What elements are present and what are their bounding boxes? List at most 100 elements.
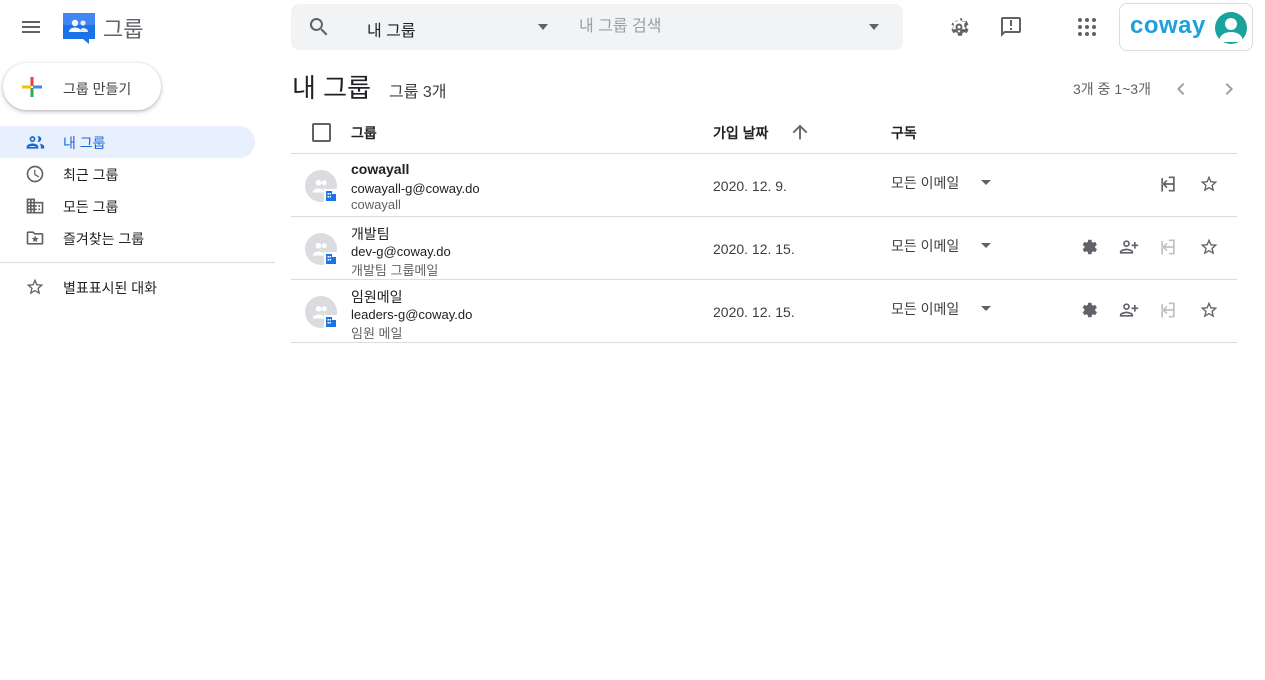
- sort-ascending-icon[interactable]: [789, 121, 811, 143]
- star-icon: [1200, 175, 1218, 192]
- pagination-range: 3개 중 1~3개: [1073, 81, 1151, 97]
- sidebar-item-recent-groups[interactable]: 최근 그룹: [0, 158, 255, 190]
- feedback-icon: [1001, 17, 1021, 37]
- join-date: 2020. 12. 15.: [713, 241, 795, 257]
- building-badge-icon: [326, 317, 336, 327]
- search-button[interactable]: [299, 7, 339, 47]
- search-options-dropdown-icon[interactable]: [868, 24, 880, 30]
- group-settings-button[interactable]: [1071, 229, 1107, 265]
- search-bar: 내 그룹: [291, 4, 903, 50]
- scope-dropdown-icon[interactable]: [537, 24, 549, 30]
- gear-icon: [1082, 239, 1097, 255]
- groups-logo[interactable]: [62, 11, 96, 45]
- leave-icon: [1161, 302, 1175, 318]
- row-divider: [291, 342, 1237, 343]
- chevron-left-icon: [1177, 83, 1185, 95]
- brand-logo-text: coway: [1130, 12, 1206, 39]
- group-avatar: [305, 233, 338, 266]
- main-menu-button[interactable]: [11, 7, 51, 47]
- next-page-button[interactable]: [1209, 69, 1249, 109]
- create-group-button[interactable]: 그룹 만들기: [3, 63, 161, 110]
- group-name[interactable]: 임원메일: [351, 287, 403, 307]
- gear-icon: [951, 18, 969, 36]
- star-folder-icon: [26, 231, 44, 245]
- sidebar-item-all-groups[interactable]: 모든 그룹: [0, 190, 255, 222]
- add-member-button[interactable]: [1111, 229, 1147, 265]
- group-settings-button[interactable]: [1071, 292, 1107, 328]
- subscription-select[interactable]: 모든 이메일: [891, 236, 959, 256]
- table-row[interactable]: 개발팀 dev-g@coway.do 개발팀 그룹메일 2020. 12. 15…: [291, 217, 1237, 280]
- apps-launcher-button[interactable]: [1067, 7, 1107, 47]
- group-name[interactable]: cowayall: [351, 161, 409, 177]
- sidebar-item-starred-conversations[interactable]: 별표표시된 대화: [0, 271, 255, 303]
- org-badge: [324, 189, 338, 203]
- settings-button[interactable]: [939, 7, 979, 47]
- favorite-group-button[interactable]: [1191, 292, 1227, 328]
- previous-page-button[interactable]: [1161, 69, 1201, 109]
- sidebar-item-my-groups[interactable]: 내 그룹: [0, 126, 255, 158]
- feedback-button[interactable]: [991, 7, 1031, 47]
- search-input[interactable]: [579, 16, 849, 38]
- page-title: 내 그룹: [292, 73, 371, 103]
- join-date: 2020. 12. 9.: [713, 178, 787, 194]
- subscription-dropdown-icon[interactable]: [981, 243, 991, 248]
- column-header-join-date[interactable]: 가입 날짜: [713, 123, 768, 143]
- search-scope-select[interactable]: 내 그룹: [367, 17, 416, 41]
- group-name[interactable]: 개발팀: [351, 224, 390, 244]
- subscription-dropdown-icon[interactable]: [981, 180, 991, 185]
- sidebar-item-label: 즐겨찾는 그룹: [63, 231, 145, 247]
- person-add-icon: [1119, 240, 1139, 254]
- group-description: cowayall: [351, 197, 401, 212]
- group-description: 임원 메일: [351, 326, 403, 341]
- group-count: 그룹 3개: [389, 84, 447, 101]
- leave-group-button[interactable]: [1150, 229, 1186, 265]
- join-date: 2020. 12. 15.: [713, 304, 795, 320]
- leave-group-button[interactable]: [1150, 166, 1186, 202]
- leave-icon: [1161, 176, 1175, 192]
- sidebar-item-label: 내 그룹: [63, 135, 106, 151]
- avatar[interactable]: [1215, 12, 1247, 44]
- search-icon: [309, 18, 328, 36]
- leave-group-button[interactable]: [1150, 292, 1186, 328]
- group-description: 개발팀 그룹메일: [351, 263, 439, 278]
- sidebar-item-label: 별표표시된 대화: [63, 280, 158, 296]
- group-avatar: [305, 170, 338, 203]
- sidebar-item-label: 최근 그룹: [63, 167, 119, 183]
- star-icon: [1200, 301, 1218, 318]
- favorite-group-button[interactable]: [1191, 229, 1227, 265]
- favorite-group-button[interactable]: [1191, 166, 1227, 202]
- sidebar-item-favorite-groups[interactable]: 즐겨찾는 그룹: [0, 222, 255, 254]
- hamburger-icon: [22, 21, 40, 33]
- group-email: cowayall-g@coway.do: [351, 181, 480, 196]
- column-header-subscription[interactable]: 구독: [891, 123, 917, 143]
- app-title: 그룹: [103, 17, 144, 42]
- group-avatar: [305, 296, 338, 329]
- apps-grid-icon: [1078, 18, 1096, 36]
- leave-icon: [1161, 239, 1175, 255]
- building-badge-icon: [326, 191, 336, 201]
- add-member-button[interactable]: [1111, 292, 1147, 328]
- sidebar-divider: [0, 262, 275, 263]
- chevron-right-icon: [1225, 83, 1233, 95]
- subscription-dropdown-icon[interactable]: [981, 306, 991, 311]
- plus-icon: [22, 77, 42, 97]
- person-add-icon: [1119, 303, 1139, 317]
- org-badge: [324, 315, 338, 329]
- org-badge: [324, 252, 338, 266]
- group-email: leaders-g@coway.do: [351, 307, 473, 322]
- table-row[interactable]: 임원메일 leaders-g@coway.do 임원 메일 2020. 12. …: [291, 280, 1237, 343]
- create-group-label: 그룹 만들기: [63, 81, 132, 97]
- table-row[interactable]: cowayall cowayall-g@coway.do cowayall 20…: [291, 154, 1237, 217]
- groups-icon: [26, 136, 45, 149]
- select-all-checkbox[interactable]: [312, 123, 331, 142]
- subscription-select[interactable]: 모든 이메일: [891, 173, 959, 193]
- star-icon: [1200, 238, 1218, 255]
- clock-icon: [26, 165, 44, 183]
- group-email: dev-g@coway.do: [351, 244, 451, 259]
- groups-logo-icon: [63, 13, 95, 44]
- building-badge-icon: [326, 254, 336, 264]
- account-switcher[interactable]: coway: [1119, 3, 1253, 51]
- subscription-select[interactable]: 모든 이메일: [891, 299, 959, 319]
- user-avatar-icon: [1219, 18, 1243, 42]
- column-header-group[interactable]: 그룹: [351, 123, 377, 143]
